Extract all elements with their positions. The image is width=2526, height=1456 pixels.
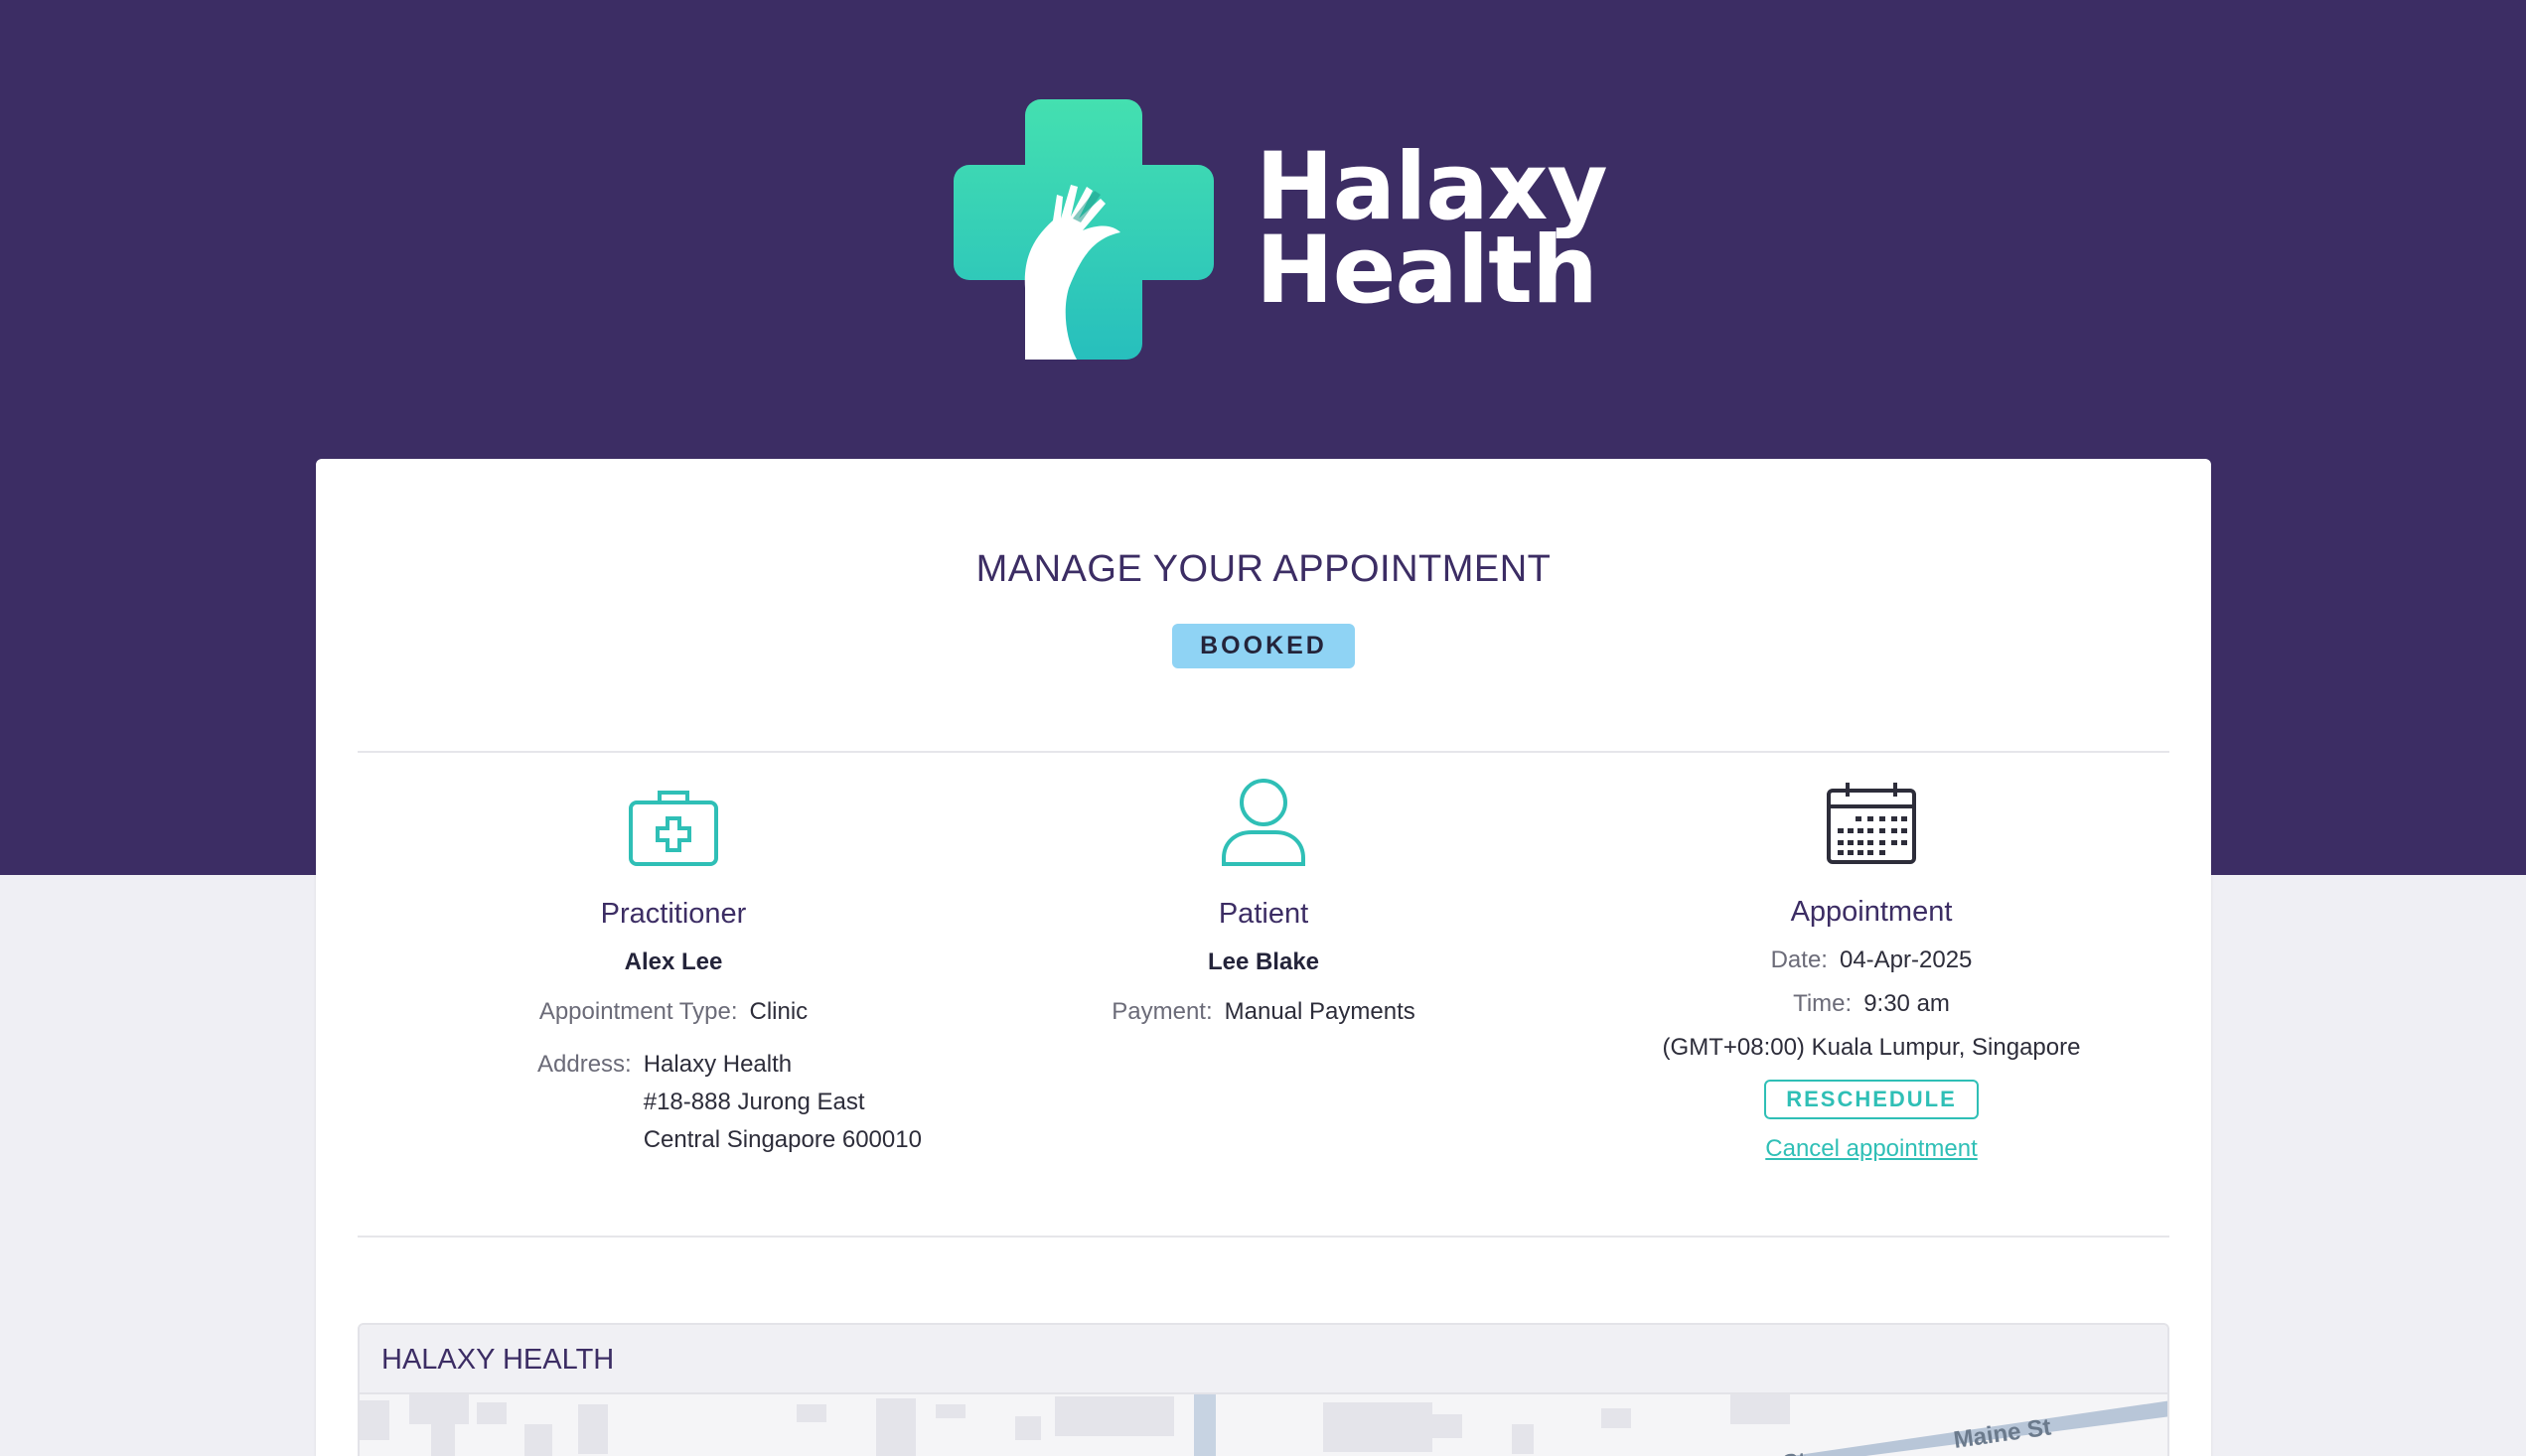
date-value: 04-Apr-2025 [1839,946,1973,973]
map-view[interactable]: Maine St Maine St [360,1394,2167,1456]
timezone-text: (GMT+08:00) Kuala Lumpur, Singapore [1662,1034,2081,1061]
medical-kit-icon [629,791,718,866]
address-row: Address: Halaxy Health #18-888 Jurong Ea… [537,1046,975,1159]
status-badge: BOOKED [1172,624,1355,668]
brand-logo[interactable]: Halaxy Health [954,99,1608,360]
address-label: Address: [537,1051,632,1078]
time-label: Time: [1793,990,1853,1017]
brand-name-line2: Health [1256,217,1598,325]
payment-value: Manual Payments [1224,998,1415,1025]
date-label: Date: [1770,946,1828,973]
user-icon [1222,779,1305,866]
patient-name: Lee Blake [1207,948,1320,975]
appointment-heading: Appointment [1790,896,1953,928]
bottom-divider [358,1236,2169,1238]
payment-label: Payment: [1112,998,1213,1025]
date-row: Date: 04-Apr-2025 [1569,946,2173,974]
practitioner-section: Practitioner Alex Lee Appointment Type: C… [371,787,975,1159]
cancel-appointment-link[interactable]: Cancel appointment [1569,1135,2173,1163]
time-row: Time: 9:30 am [1569,990,2173,1018]
page-title: MANAGE YOUR APPOINTMENT [975,548,1552,590]
patient-heading: Patient [1218,898,1309,930]
appointment-type-row: Appointment Type: Clinic [371,998,975,1026]
calendar-icon [1827,783,1916,864]
payment-row: Payment: Manual Payments [962,998,1565,1026]
time-value: 9:30 am [1863,990,1950,1017]
address-line-2: #18-888 Jurong East [643,1089,865,1115]
patient-section: Patient Lee Blake Payment: Manual Payment… [962,779,1565,1026]
appointment-card: MANAGE YOUR APPOINTMENT BOOKED Practitio… [316,459,2211,1456]
appointment-section: Appointment Date: 04-Apr-2025 Time: 9:30 a… [1569,783,2173,1163]
address-line-3: Central Singapore 600010 [643,1126,922,1153]
practitioner-name: Alex Lee [624,948,723,975]
address-line-1: Halaxy Health [643,1051,793,1078]
medical-cross-hand-icon [954,99,1214,360]
appointment-type-value: Clinic [749,998,809,1025]
practitioner-heading: Practitioner [600,898,747,930]
top-divider [358,751,2169,753]
reschedule-button[interactable]: RESCHEDULE [1764,1080,1979,1119]
appointment-type-label: Appointment Type: [538,998,738,1025]
location-map-panel: HALAXY HEALTH Maine St [358,1323,2169,1456]
location-heading: HALAXY HEALTH [360,1325,2167,1394]
